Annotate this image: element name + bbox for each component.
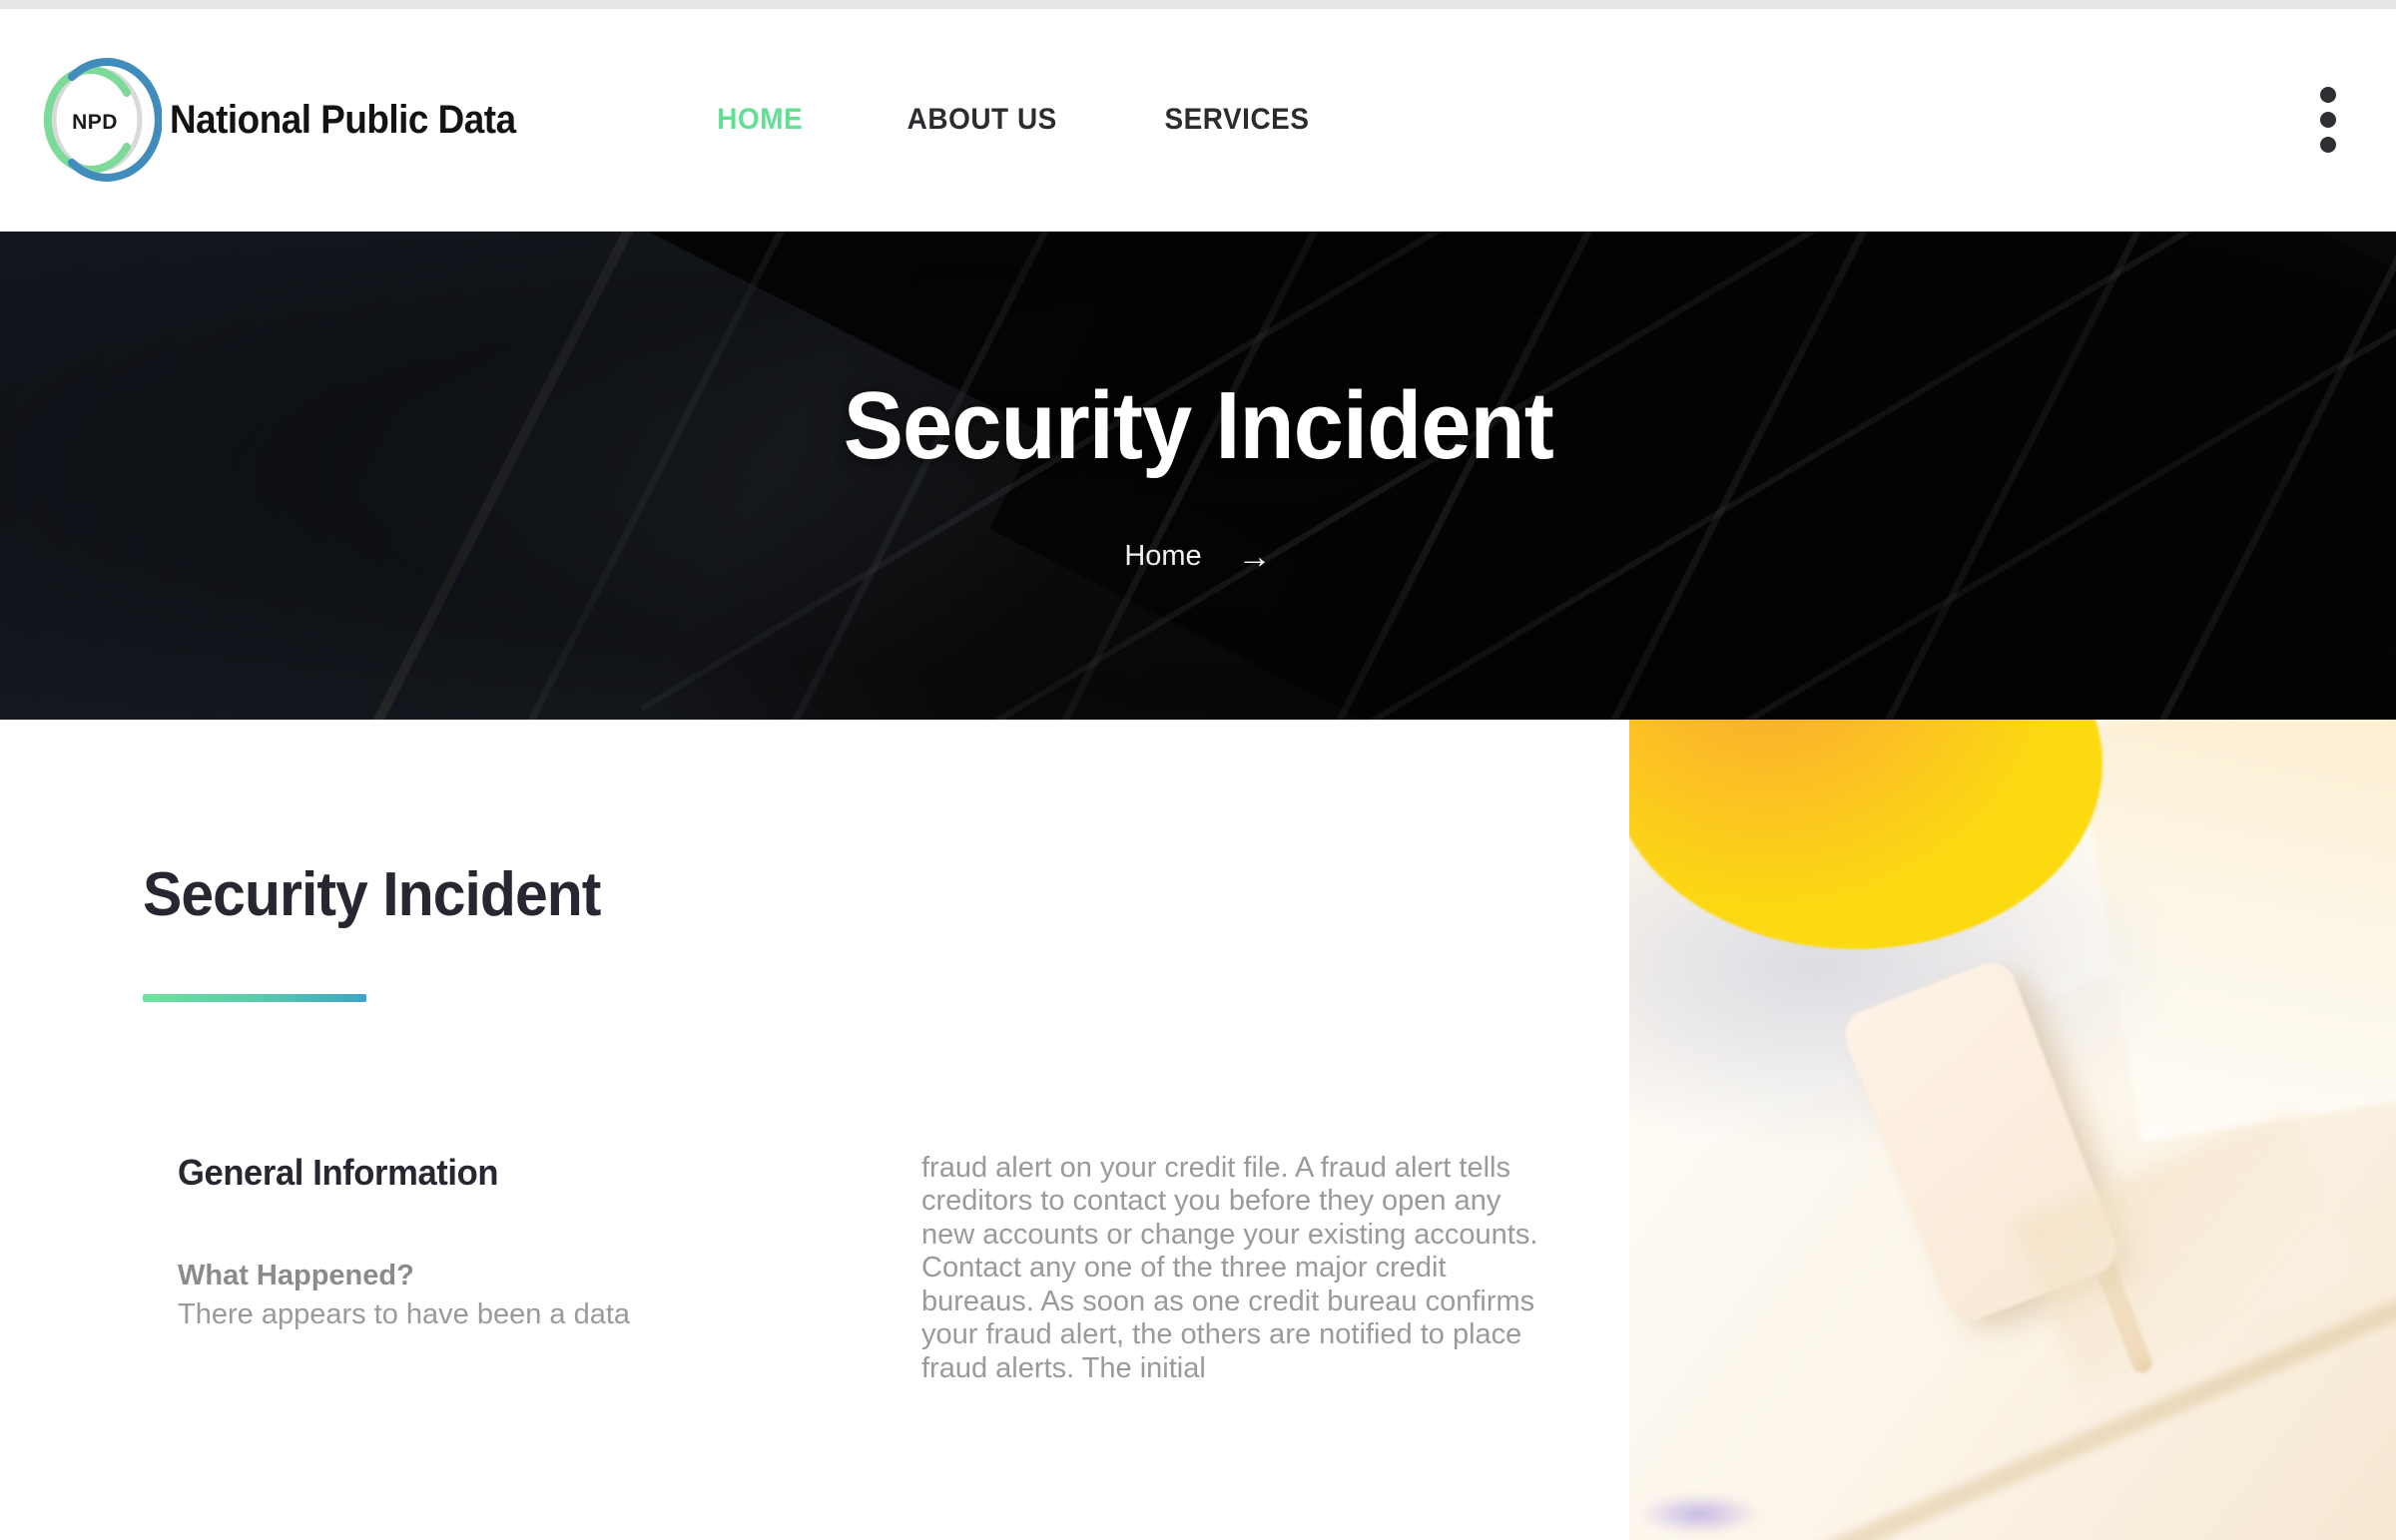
kebab-dot-3 xyxy=(2320,137,2336,153)
title-underline-rule xyxy=(143,994,366,1002)
right-column: fraud alert on your credit file. A fraud… xyxy=(921,1152,1540,1385)
nav-item-home[interactable]: HOME xyxy=(672,103,847,137)
left-column: General Information What Happened? There… xyxy=(143,1152,832,1385)
what-happened-heading: What Happened? xyxy=(178,1260,414,1291)
hero-banner: Security Incident Home → xyxy=(0,232,2396,720)
main-content: Security Incident General Information Wh… xyxy=(0,720,2396,1540)
right-column-body: fraud alert on your credit file. A fraud… xyxy=(921,1152,1538,1384)
main-navigation: HOME ABOUT US SERVICES xyxy=(666,103,1363,137)
left-column-body: There appears to have been a data xyxy=(178,1298,631,1330)
kebab-menu-icon[interactable] xyxy=(2312,79,2344,161)
purple-light-flare xyxy=(1639,1494,1759,1534)
breadcrumb: Home → xyxy=(1124,540,1271,574)
kebab-dot-1 xyxy=(2320,87,2336,103)
hero-title: Security Incident xyxy=(843,371,1553,479)
nav-item-services[interactable]: SERVICES xyxy=(1119,103,1353,137)
nav-item-about-us[interactable]: ABOUT US xyxy=(863,103,1101,137)
breadcrumb-home-link[interactable]: Home xyxy=(1124,540,1201,573)
site-header: NPD National Public Data HOME ABOUT US S… xyxy=(0,9,2396,232)
brand-name: National Public Data xyxy=(170,97,516,142)
browser-top-strip xyxy=(0,0,2396,9)
content-inner: Security Incident General Information Wh… xyxy=(0,720,2396,1385)
breadcrumb-arrow-icon: → xyxy=(1237,537,1272,576)
general-information-heading: General Information xyxy=(178,1152,499,1193)
content-columns: General Information What Happened? There… xyxy=(143,1152,2396,1385)
svg-text:NPD: NPD xyxy=(72,111,118,134)
page-title: Security Incident xyxy=(143,860,601,929)
npd-logo-icon: NPD xyxy=(32,55,162,185)
kebab-dot-2 xyxy=(2320,112,2336,128)
brand-logo[interactable]: NPD National Public Data xyxy=(32,55,546,185)
